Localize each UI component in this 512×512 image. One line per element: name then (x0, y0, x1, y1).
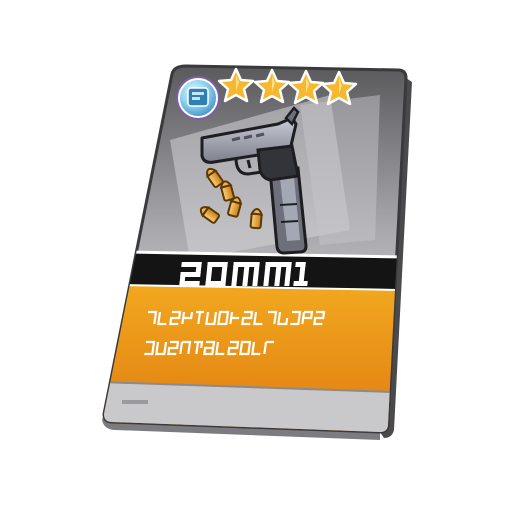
rarity-badge-icon (176, 76, 220, 120)
card-graphic (102, 64, 412, 440)
weapon-card[interactable] (0, 0, 512, 512)
bullet-icon (249, 208, 264, 230)
card-footer-tag (122, 400, 148, 404)
